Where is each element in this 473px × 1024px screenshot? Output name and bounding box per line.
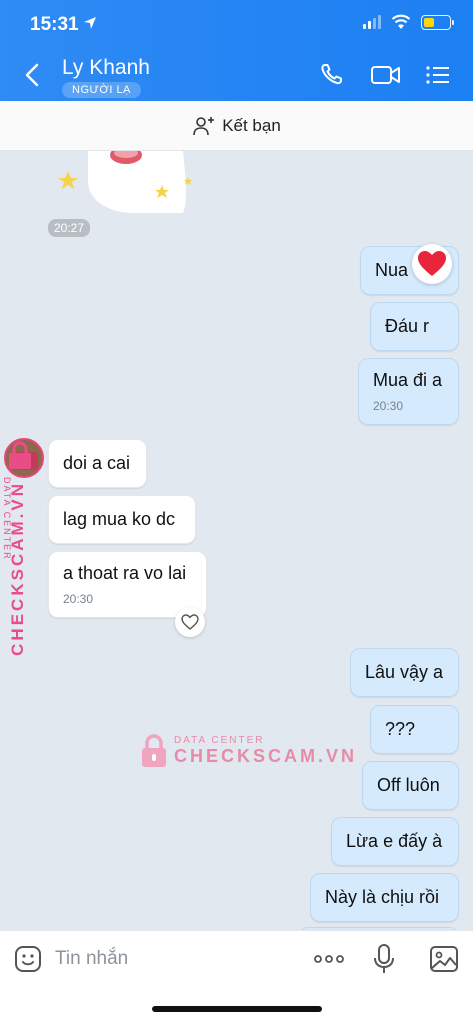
- wifi-icon: [391, 14, 411, 29]
- microphone-icon[interactable]: [372, 943, 396, 975]
- message-bubble[interactable]: ???: [370, 705, 459, 754]
- image-icon[interactable]: [429, 943, 459, 975]
- message-text: Đáu r: [385, 316, 430, 336]
- home-indicator: [152, 1006, 322, 1012]
- watermark-big-text: CHECKSCAM.VN: [8, 481, 27, 656]
- message-text: ???: [385, 719, 416, 739]
- message-bubble[interactable]: Đáu r: [370, 302, 459, 351]
- sticker-image[interactable]: [58, 151, 208, 213]
- message-input[interactable]: Tin nhắn: [55, 948, 128, 970]
- chat-header: 15:31 Ly Khanh NGƯỜI LẠ: [0, 0, 473, 101]
- location-arrow-icon: [83, 16, 97, 34]
- watermark-center: DATA CENTER CHECKSCAM.VN: [140, 734, 357, 768]
- message-bubble[interactable]: lag mua ko dc: [48, 495, 196, 544]
- message-bubble[interactable]: Off luôn: [362, 761, 459, 810]
- message-bubble[interactable]: Lâu vậy a: [350, 648, 459, 697]
- message-text: Off luôn: [377, 775, 440, 795]
- watermark-small-text: DATA CENTER: [174, 735, 265, 746]
- message-time: 20:30: [63, 592, 94, 606]
- message-text: lag mua ko dc: [63, 509, 176, 529]
- status-icons: [363, 14, 454, 30]
- more-icon[interactable]: [312, 943, 346, 975]
- lock-icon: [142, 734, 166, 767]
- message-bubble[interactable]: Lừa e đấy à: [331, 817, 459, 866]
- contact-name[interactable]: Ly Khanh: [62, 56, 150, 80]
- sticker-timestamp: 20:27: [48, 219, 91, 237]
- message-bubble[interactable]: Này là chịu rồi: [310, 873, 459, 922]
- phone-icon[interactable]: [318, 62, 346, 88]
- list-menu-icon[interactable]: [424, 62, 452, 88]
- message-time: 20:30: [373, 399, 404, 413]
- emoji-icon[interactable]: [14, 943, 42, 975]
- like-heart-icon[interactable]: [175, 607, 205, 637]
- add-friend-button[interactable]: Kết bạn: [0, 101, 473, 151]
- watermark-vertical: DATA CENTER CHECKSCAM.VN: [2, 441, 46, 656]
- chevron-left-icon[interactable]: [18, 60, 48, 90]
- message-text: a thoat ra vo lai: [63, 563, 187, 583]
- message-bubble[interactable]: Mua đi a 20:30: [358, 358, 459, 425]
- message-list[interactable]: 20:27 Nua Đáu r Mua đi a 20:30 doi a cai…: [0, 151, 473, 930]
- watermark-big-text: CHECKSCAM.VN: [174, 746, 358, 766]
- message-text: Này là chịu rồi: [325, 887, 440, 907]
- cellular-signal-icon: [363, 15, 381, 29]
- message-text: Lâu vậy a: [365, 662, 444, 682]
- add-person-icon: [193, 116, 215, 135]
- add-friend-label: Kết bạn: [222, 115, 281, 135]
- message-text: Mua đi a: [373, 370, 443, 390]
- message-text: doi a cai: [63, 453, 131, 473]
- heart-icon[interactable]: [412, 244, 452, 284]
- stranger-badge: NGƯỜI LẠ: [62, 82, 141, 98]
- battery-icon: [421, 14, 454, 30]
- lock-icon: [9, 441, 31, 469]
- message-text: Lừa e đấy à: [346, 831, 443, 851]
- status-time: 15:31: [30, 14, 79, 35]
- video-camera-icon[interactable]: [370, 62, 402, 88]
- message-bubble[interactable]: doi a cai: [48, 439, 147, 488]
